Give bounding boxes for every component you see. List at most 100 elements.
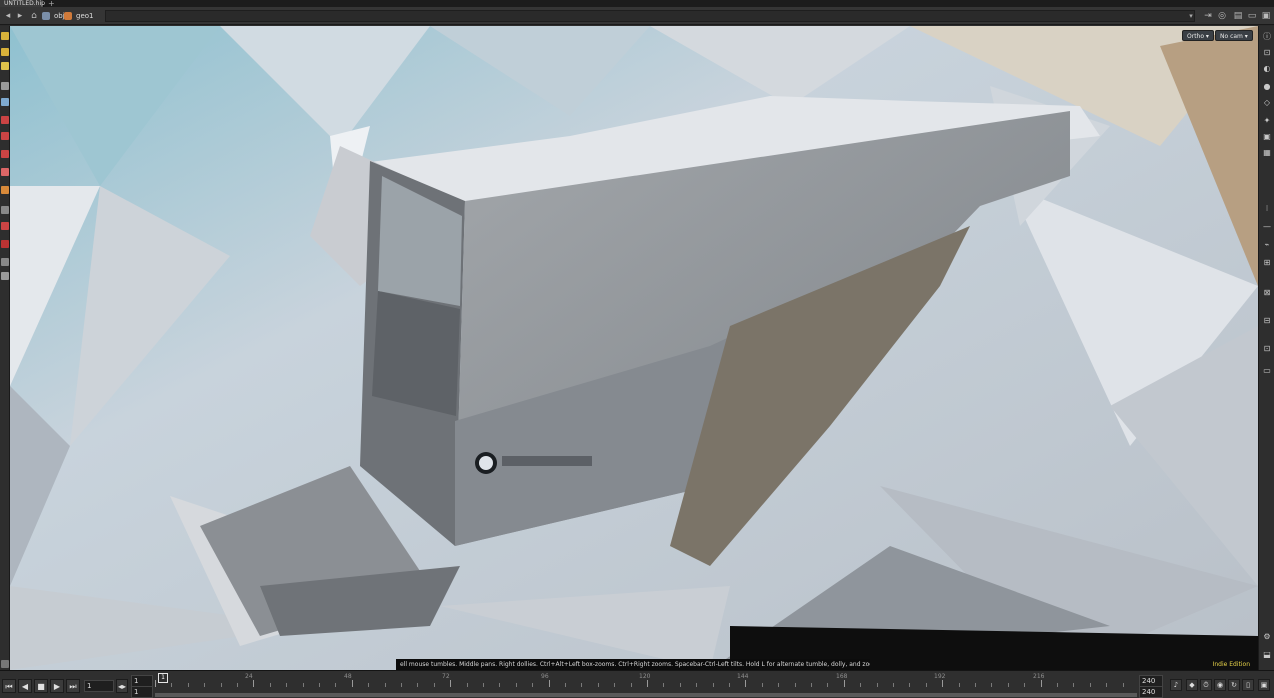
wireframe-icon[interactable]: ◇ xyxy=(1262,98,1272,108)
timeline-tick xyxy=(549,680,550,687)
link-icon[interactable]: ◎ xyxy=(1216,10,1228,22)
camera-menu-button[interactable]: No cam ▾ xyxy=(1215,30,1253,41)
display-options-icon[interactable]: ◐ xyxy=(1262,64,1272,74)
camera-type-button[interactable]: Ortho ▾ xyxy=(1182,30,1214,41)
guide-icon[interactable]: — xyxy=(1262,222,1272,232)
realtime-icon[interactable]: ⏱ xyxy=(1200,679,1212,691)
cache-icon[interactable]: ▯ xyxy=(1242,679,1254,691)
playhead[interactable]: 1 xyxy=(158,673,168,683)
timeline-tick xyxy=(893,683,894,687)
light-tool-icon[interactable] xyxy=(1,272,9,280)
current-frame-field[interactable]: 1 xyxy=(84,680,114,692)
camera-icon[interactable]: ▣ xyxy=(1262,132,1272,142)
frame-step-icon[interactable]: ◂▸ xyxy=(116,679,128,693)
snap-icon[interactable]: ⁝ xyxy=(1262,204,1272,214)
timeline-tick xyxy=(253,680,254,687)
timeline-tick-label: 24 xyxy=(245,673,253,680)
info-icon[interactable]: ⓘ xyxy=(1262,32,1272,42)
record-tool-icon[interactable] xyxy=(1,240,9,248)
timeline-tick xyxy=(614,683,615,687)
close-pane-icon[interactable]: ▣ xyxy=(1260,10,1272,22)
timeline-tick xyxy=(188,683,189,687)
scene-viewport[interactable]: Ortho ▾ No cam ▾ ell mouse tumbles. Midd… xyxy=(10,26,1258,670)
path-segment-obj[interactable]: obj xyxy=(40,10,65,22)
timeline-tick xyxy=(598,683,599,687)
desktop-tab[interactable]: UNTITLED.hip xyxy=(0,0,45,7)
view-tool-icon[interactable] xyxy=(1,98,9,106)
timeline-tick-label: 72 xyxy=(442,673,450,680)
point-snap-icon[interactable] xyxy=(1,168,9,176)
chevron-down-icon[interactable]: ▾ xyxy=(1186,10,1196,22)
camera-tool-icon[interactable] xyxy=(1,258,9,266)
pin-icon[interactable]: ⇥ xyxy=(1202,10,1214,22)
select-tool-icon[interactable] xyxy=(1,32,9,40)
lighting-icon[interactable]: ✦ xyxy=(1262,116,1272,126)
path-segment-geo[interactable]: geo1 xyxy=(62,10,94,22)
timeline-tick xyxy=(1024,683,1025,687)
playbar: ⏮ ◀ ■ ▶ ⏭ 1 ◂▸ 1 1 24 48 72 96 120 144 168 192 2… xyxy=(0,670,1274,698)
brush-tool-icon[interactable] xyxy=(1,116,9,124)
timeline-tick xyxy=(237,683,238,687)
forward-arrow-icon[interactable]: ▸ xyxy=(14,10,26,22)
timeline-ruler[interactable]: 24 48 72 96 120 144 168 192 216 xyxy=(155,673,1135,691)
lock-icon[interactable]: ⊡ xyxy=(1262,48,1272,58)
reset-view-icon[interactable]: ⊡ xyxy=(1262,344,1272,354)
jump-start-button[interactable]: ⏮ xyxy=(2,679,16,693)
timeline-tick xyxy=(1090,683,1091,687)
pose-tool-icon[interactable] xyxy=(1,62,9,70)
save-frame-icon[interactable]: ⬓ xyxy=(1262,650,1272,660)
visualize-icon[interactable]: ⌁ xyxy=(1262,240,1272,250)
stop-button[interactable]: ■ xyxy=(34,679,48,693)
frame-icon[interactable]: ⊟ xyxy=(1262,316,1272,326)
timeline-tick xyxy=(385,683,386,687)
scope-icon[interactable]: ▣ xyxy=(1258,679,1270,691)
audio-icon[interactable]: ♪ xyxy=(1170,679,1182,691)
layout-icon[interactable]: ▤ xyxy=(1232,10,1244,22)
render-tool-icon[interactable] xyxy=(1,660,9,668)
timeline-tick-label: 120 xyxy=(639,673,651,680)
orange-tool-icon[interactable] xyxy=(1,186,9,194)
start-frame-field-b[interactable]: 1 xyxy=(131,686,153,698)
timeline-tick xyxy=(1057,683,1058,687)
timeline-tick xyxy=(516,683,517,687)
global-anim-icon[interactable]: ◉ xyxy=(1214,679,1226,691)
timeline-tick xyxy=(647,680,648,687)
loop-icon[interactable]: ↻ xyxy=(1228,679,1240,691)
step-back-button[interactable]: ◀ xyxy=(18,679,32,693)
timeline-tick xyxy=(975,683,976,687)
timeline-tick xyxy=(877,683,878,687)
magnet-tool-icon[interactable] xyxy=(1,222,9,230)
measure-tool-icon[interactable] xyxy=(1,206,9,214)
timeline-tick xyxy=(827,683,828,687)
transform-tool-icon[interactable] xyxy=(1,48,9,56)
timeline-tick xyxy=(368,683,369,687)
timeline-tick xyxy=(942,680,943,687)
path-toolbar: ◂ ▸ ⌂ obj geo1 ▾ ⇥ ◎ ▤ ▭ ▣ xyxy=(0,7,1274,25)
handle-tool-icon[interactable] xyxy=(1,82,9,90)
pane-menu-icon[interactable]: ▭ xyxy=(1246,10,1258,22)
isolate-icon[interactable]: ⊞ xyxy=(1262,258,1272,268)
back-arrow-icon[interactable]: ◂ xyxy=(2,10,14,22)
viewport-layout-icon[interactable]: ▭ xyxy=(1262,366,1272,376)
play-button[interactable]: ▶ xyxy=(50,679,64,693)
timeline-tick xyxy=(795,683,796,687)
path-field[interactable] xyxy=(105,10,1195,22)
end-frame-field-b[interactable]: 240 xyxy=(1139,686,1163,698)
timeline-tick xyxy=(1123,683,1124,687)
shading-icon[interactable]: ● xyxy=(1262,82,1272,92)
jump-end-button[interactable]: ⏭ xyxy=(66,679,80,693)
grid-snap-icon[interactable] xyxy=(1,150,9,158)
timeline-tick-label: 168 xyxy=(836,673,848,680)
timeline-tick xyxy=(844,680,845,687)
timeline-tick xyxy=(483,683,484,687)
render-region-icon[interactable]: ⚙ xyxy=(1262,632,1272,642)
key-icon[interactable]: ◆ xyxy=(1186,679,1198,691)
timeline-tick xyxy=(467,683,468,687)
zoom-icon[interactable]: ⊠ xyxy=(1262,288,1272,298)
grid-icon[interactable]: ▦ xyxy=(1262,148,1272,158)
snap-tool-icon[interactable] xyxy=(1,132,9,140)
timeline-tick xyxy=(631,683,632,687)
home-icon[interactable]: ⌂ xyxy=(28,10,40,22)
frame-range-bar[interactable] xyxy=(155,693,1137,697)
right-display-shelf: ⓘ ⊡ ◐ ● ◇ ✦ ▣ ▦ ⁝ — ⌁ ⊞ ⊠ ⊟ ⊡ ▭ ⚙ ⬓ xyxy=(1258,26,1274,670)
